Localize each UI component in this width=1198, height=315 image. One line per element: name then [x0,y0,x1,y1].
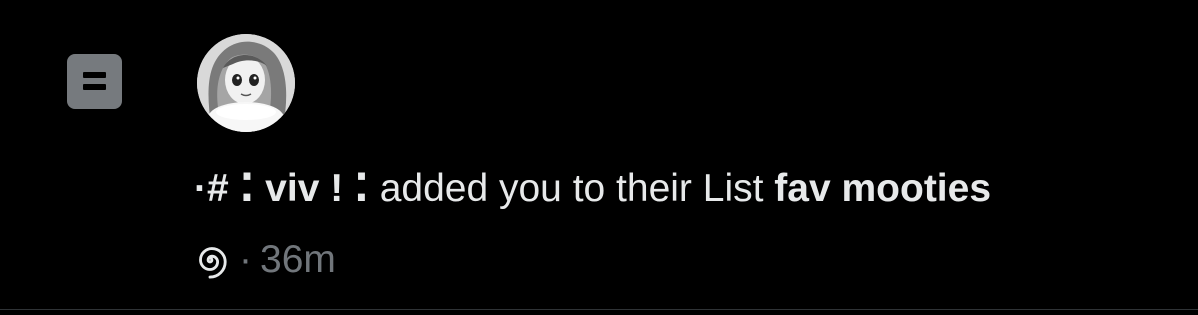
notification-message: ·# ⁚ viv ! ⁚ added you to their List fav… [194,164,991,214]
avatar-illustration-icon [197,34,295,132]
notification-meta: · 36m [191,235,336,285]
meta-separator: · [239,238,252,281]
divider [0,309,1198,310]
list-icon [67,54,122,109]
action-text: added you to their List [368,167,775,210]
timestamp[interactable]: 36m [260,238,336,282]
user-display-name[interactable]: ·# ⁚ viv ! ⁚ [194,167,369,210]
avatar[interactable] [197,34,295,132]
list-added-notification[interactable]: ·# ⁚ viv ! ⁚ added you to their List fav… [0,0,1198,315]
list-icon-bar-top [83,72,106,78]
list-icon-bar-bottom [83,84,106,90]
spiral-icon [199,247,227,279]
list-name[interactable]: fav mooties [774,167,991,210]
